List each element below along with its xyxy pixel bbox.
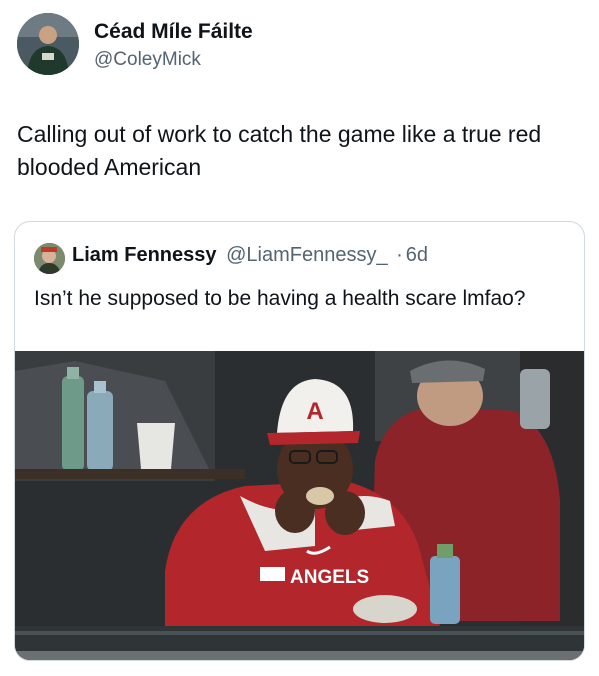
- quoted-tweet-header: Liam Fennessy @LiamFennessy_ · 6d: [72, 244, 428, 267]
- quoted-tweet-card[interactable]: Liam Fennessy @LiamFennessy_ · 6d Isn’t h…: [14, 221, 585, 661]
- header-separator: ·: [396, 244, 403, 266]
- quoted-author-handle[interactable]: @LiamFennessy_: [226, 244, 387, 266]
- jersey-text: ANGELS: [290, 567, 369, 588]
- author-display-name[interactable]: Céad Míle Fáilte: [94, 20, 253, 44]
- author-avatar[interactable]: [17, 13, 79, 75]
- author-handle[interactable]: @ColeyMick: [94, 49, 201, 71]
- quoted-author-avatar[interactable]: [34, 243, 65, 274]
- tweet-text: Calling out of work to catch the game li…: [17, 121, 542, 180]
- quoted-tweet-time[interactable]: 6d: [406, 244, 428, 266]
- cap-logo-text: A: [306, 398, 323, 425]
- quoted-tweet-image[interactable]: A ANGELS: [15, 351, 584, 660]
- quoted-tweet-text: Isn’t he supposed to be having a health …: [34, 287, 526, 310]
- quoted-author-display-name[interactable]: Liam Fennessy: [72, 244, 217, 266]
